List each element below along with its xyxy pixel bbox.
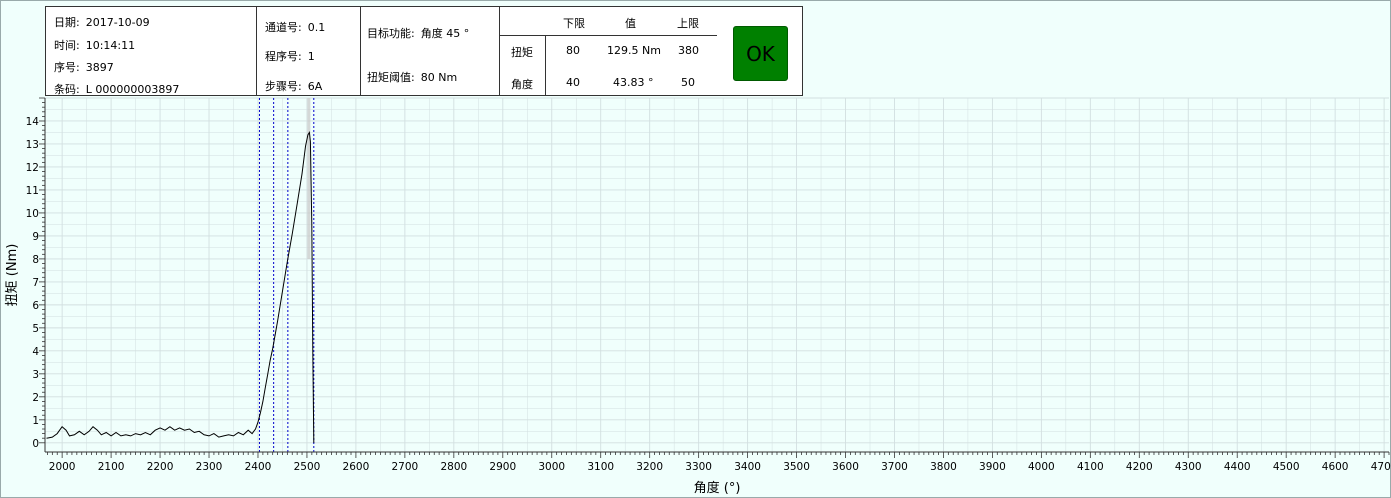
y-axis-title: 扭矩 (Nm) [5, 244, 20, 307]
x-tick-label: 2800 [440, 461, 467, 473]
y-tick-label: 8 [32, 254, 39, 266]
limits-column-divider [545, 35, 546, 95]
y-tick-label: 4 [32, 346, 39, 358]
limits-row-torque-lower: 80 [566, 44, 580, 57]
x-tick-label: 2100 [98, 461, 125, 473]
target-row: 目标功能: 角度 45 ° [367, 25, 469, 41]
x-tick-label: 3400 [734, 461, 761, 473]
x-tick-label: 3300 [685, 461, 712, 473]
limits-section: 下限 值 上限 扭矩 80 129.5 Nm 380 角度 40 43.83 °… [499, 7, 717, 95]
step-value: 6A [307, 80, 323, 93]
limits-row-angle-upper: 50 [681, 76, 695, 89]
peak-band [307, 98, 311, 259]
target-section: 目标功能: 角度 45 ° 扭矩阈值: 80 Nm [360, 7, 499, 95]
channel-row: 通道号: 0.1 [265, 19, 325, 35]
time-label: 时间: [54, 39, 80, 52]
x-tick-label: 3200 [636, 461, 663, 473]
y-tick-label: 11 [26, 185, 39, 197]
limits-table: 下限 值 上限 扭矩 80 129.5 Nm 380 角度 40 43.83 °… [500, 7, 717, 95]
program-value: 1 [307, 50, 315, 63]
y-tick-label: 9 [32, 231, 39, 243]
x-tick-label: 4300 [1175, 461, 1202, 473]
y-tick-label: 3 [32, 369, 39, 381]
y-tick-label: 1 [32, 415, 39, 427]
program-label: 程序号: [265, 50, 302, 63]
x-axis-ticks: 2000 2100 2200 2300 2400 2500 2600 2700 2800 2900… [47, 452, 1391, 473]
x-tick-label: 2900 [489, 461, 516, 473]
date-section: 日期: 2017-10-09 时间: 10:14:11 序号: 3897 条码: L 0… [46, 7, 256, 97]
x-tick-label: 2700 [392, 461, 419, 473]
x-tick-label: 4700 [1371, 461, 1391, 473]
x-tick-label: 3100 [587, 461, 614, 473]
step-label: 步骤号: [265, 80, 302, 93]
x-tick-label: 2600 [343, 461, 370, 473]
limits-row-torque-name: 扭矩 [511, 46, 533, 59]
limits-row-angle-name: 角度 [511, 78, 533, 91]
limits-header-value: 值 [625, 17, 636, 30]
x-tick-label: 3800 [930, 461, 957, 473]
y-tick-label: 2 [32, 392, 39, 404]
limits-divider [500, 35, 717, 36]
x-tick-label: 2400 [245, 461, 272, 473]
plot-background [45, 98, 1389, 452]
x-tick-label: 2500 [294, 461, 321, 473]
step-row: 步骤号: 6A [265, 78, 322, 94]
y-tick-label: 13 [26, 139, 39, 151]
y-tick-label: 5 [32, 323, 39, 335]
x-tick-label: 4600 [1322, 461, 1349, 473]
date-row: 日期: 2017-10-09 [54, 14, 150, 30]
chart-grid [45, 97, 1389, 452]
limits-header-lower: 下限 [563, 17, 585, 30]
time-value: 10:14:11 [85, 39, 136, 52]
result-info-panel: 日期: 2017-10-09 时间: 10:14:11 序号: 3897 条码: L 0… [45, 6, 803, 96]
channel-value: 0.1 [307, 21, 326, 34]
channel-label: 通道号: [265, 21, 302, 34]
limits-header-upper: 上限 [677, 17, 699, 30]
target-value: 角度 45 ° [420, 27, 470, 40]
sequence-label: 序号: [54, 61, 80, 74]
threshold-label: 扭矩阈值: [367, 71, 415, 84]
threshold-row: 扭矩阈值: 80 Nm [367, 69, 457, 85]
x-tick-label: 4400 [1224, 461, 1251, 473]
barcode-value: L 000000003897 [85, 83, 180, 96]
program-row: 程序号: 1 [265, 48, 315, 64]
sequence-row: 序号: 3897 [54, 59, 114, 75]
y-tick-label: 6 [32, 300, 39, 312]
x-tick-label: 3000 [538, 461, 565, 473]
barcode-label: 条码: [54, 83, 80, 96]
barcode-row: 条码: L 000000003897 [54, 81, 179, 97]
limits-row-angle-lower: 40 [566, 76, 580, 89]
limits-row-angle-value: 43.83 ° [613, 76, 654, 89]
y-tick-label: 12 [26, 162, 39, 174]
date-value: 2017-10-09 [85, 16, 150, 29]
channel-section: 通道号: 0.1 程序号: 1 步骤号: 6A [256, 7, 360, 95]
x-tick-label: 4100 [1077, 461, 1104, 473]
y-tick-label: 0 [32, 438, 39, 450]
threshold-value: 80 Nm [420, 71, 458, 84]
y-tick-label: 7 [32, 277, 39, 289]
x-tick-label: 2200 [147, 461, 174, 473]
date-label: 日期: [54, 16, 80, 29]
ok-result-button[interactable]: OK [733, 26, 788, 81]
x-tick-label: 4200 [1126, 461, 1153, 473]
x-tick-label: 4000 [1028, 461, 1055, 473]
y-axis-ticks: 01234567891011121314 [26, 97, 45, 450]
x-axis-title: 角度 (°) [694, 480, 741, 496]
limits-row-torque-upper: 380 [678, 44, 699, 57]
sequence-value: 3897 [85, 61, 114, 74]
x-tick-label: 2000 [49, 461, 76, 473]
x-tick-label: 2300 [196, 461, 223, 473]
time-row: 时间: 10:14:11 [54, 37, 135, 53]
limits-row-torque-value: 129.5 Nm [607, 44, 661, 57]
y-tick-label: 10 [26, 208, 39, 220]
x-tick-label: 3900 [979, 461, 1006, 473]
x-tick-label: 3600 [832, 461, 859, 473]
x-tick-label: 4500 [1273, 461, 1300, 473]
x-tick-label: 3700 [881, 461, 908, 473]
x-tick-label: 3500 [783, 461, 810, 473]
target-label: 目标功能: [367, 27, 415, 40]
y-tick-label: 14 [26, 116, 40, 128]
